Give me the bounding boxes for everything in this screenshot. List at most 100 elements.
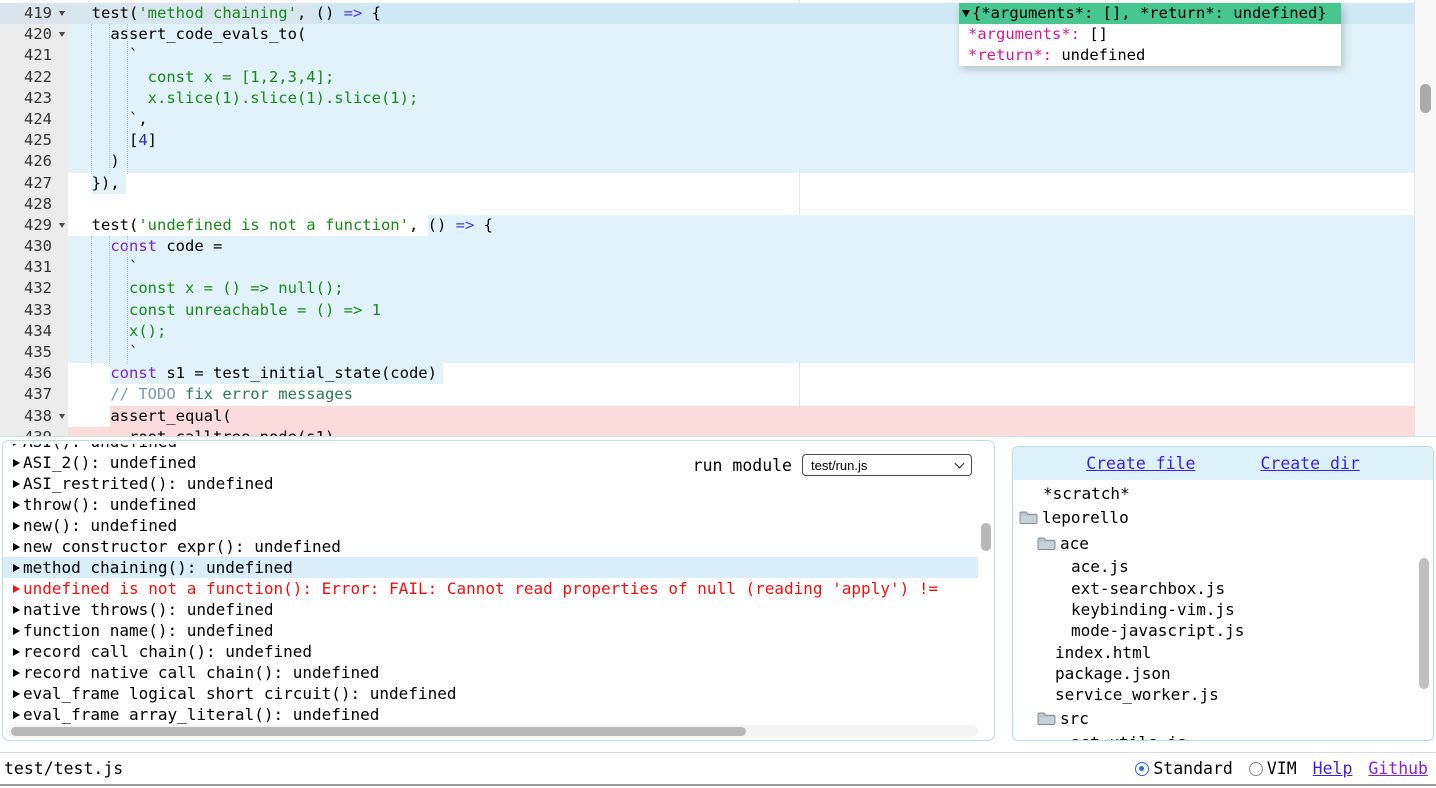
results-horizontal-scrollbar[interactable]: [6, 725, 978, 737]
code-line-428[interactable]: 428: [0, 194, 1414, 215]
tree-item-package-json[interactable]: package.json: [1013, 663, 1418, 684]
code-line-439[interactable]: 439 root_calltree_node(s1): [0, 427, 1414, 437]
gutter-cell[interactable]: 426: [0, 151, 68, 172]
expand-right-triangle-icon: [13, 585, 20, 593]
test-result-item[interactable]: record native call chain(): undefined: [13, 662, 978, 683]
tree-item-ace[interactable]: ace: [1013, 530, 1418, 556]
gutter-cell[interactable]: 433: [0, 300, 68, 321]
radio-unselected-icon[interactable]: [1249, 762, 1263, 776]
tree-item-index-html[interactable]: index.html: [1013, 641, 1418, 662]
tree-item-ast-utils-js[interactable]: ast_utils.js: [1013, 731, 1418, 741]
tree-item-ace-js[interactable]: ace.js: [1013, 556, 1418, 577]
gutter-cell[interactable]: 438: [0, 406, 68, 427]
gutter-cell[interactable]: 430: [0, 236, 68, 257]
gutter-cell[interactable]: 419: [0, 3, 68, 24]
code-line-432[interactable]: 432 const x = () => null();: [0, 278, 1414, 299]
editor-vertical-scrollbar[interactable]: [1414, 0, 1436, 437]
tooltip-entry[interactable]: *arguments*: []: [959, 24, 1341, 45]
test-result-item[interactable]: throw(): undefined: [13, 494, 978, 515]
code-line-429[interactable]: 429 test('undefined is not a function', …: [0, 215, 1414, 236]
test-result-item[interactable]: record call chain(): undefined: [13, 641, 978, 662]
code-line-435[interactable]: 435 `: [0, 342, 1414, 363]
test-result-item[interactable]: method chaining(): undefined: [3, 557, 978, 578]
github-link[interactable]: Github: [1368, 759, 1428, 778]
tree-item-service-worker-js[interactable]: service_worker.js: [1013, 684, 1418, 705]
tree-item-leporello[interactable]: leporello: [1013, 504, 1418, 530]
code-line-434[interactable]: 434 x();: [0, 321, 1414, 342]
test-result-item[interactable]: native throws(): undefined: [13, 599, 978, 620]
code-content: [4]: [68, 130, 1414, 151]
run-module-select[interactable]: test/run.js: [802, 454, 972, 476]
gutter-cell[interactable]: 431: [0, 257, 68, 278]
keybinding-option-standard[interactable]: Standard: [1135, 759, 1232, 778]
fold-marker-icon[interactable]: [55, 223, 68, 228]
gutter-cell[interactable]: 423: [0, 88, 68, 109]
results-vertical-scrollbar[interactable]: [979, 443, 993, 723]
gutter-cell[interactable]: 436: [0, 363, 68, 384]
create-file-link[interactable]: Create file: [1086, 454, 1195, 473]
test-result-item[interactable]: ASI(): undefined: [13, 444, 978, 452]
test-result-item[interactable]: undefined is not a function(): Error: FA…: [13, 578, 978, 599]
test-result-item[interactable]: ASI_restrited(): undefined: [13, 473, 978, 494]
fold-marker-icon[interactable]: [55, 11, 68, 16]
tooltip-entry[interactable]: *return*: undefined: [959, 45, 1341, 66]
results-vscrollbar-thumb[interactable]: [981, 523, 991, 551]
tree-item-src[interactable]: src: [1013, 705, 1418, 731]
code-line-438[interactable]: 438 assert_equal(: [0, 406, 1414, 427]
code-line-430[interactable]: 430 const code =: [0, 236, 1414, 257]
code-content: assert_equal(: [68, 406, 1414, 427]
fold-marker-icon[interactable]: [55, 414, 68, 419]
tree-item-mode-javascript-js[interactable]: mode-javascript.js: [1013, 620, 1418, 641]
expand-right-triangle-icon: [13, 711, 20, 719]
file-tree-scrollbar-thumb[interactable]: [1419, 558, 1429, 689]
test-result-item[interactable]: eval_frame logical short circuit(): unde…: [13, 683, 978, 704]
gutter-cell[interactable]: 432: [0, 278, 68, 299]
tree-item--scratch-[interactable]: *scratch*: [1013, 483, 1418, 504]
fold-marker-icon[interactable]: [55, 32, 68, 37]
code-line-427[interactable]: 427 }),: [0, 173, 1414, 194]
radio-selected-icon[interactable]: [1135, 762, 1149, 776]
test-result-item[interactable]: new(): undefined: [13, 515, 978, 536]
gutter-cell[interactable]: 439: [0, 427, 68, 437]
editor-lines: 419 test('method chaining', () => {420 a…: [0, 3, 1414, 437]
gutter-cell[interactable]: 422: [0, 67, 68, 88]
code-line-433[interactable]: 433 const unreachable = () => 1: [0, 300, 1414, 321]
help-link[interactable]: Help: [1313, 759, 1353, 778]
code-token: [73, 173, 92, 194]
line-number: 430: [0, 236, 55, 257]
test-result-item[interactable]: eval_frame array_literal(): undefined: [13, 704, 978, 725]
tooltip-header[interactable]: {*arguments*: [], *return*: undefined}: [959, 3, 1341, 24]
gutter-cell[interactable]: 425: [0, 130, 68, 151]
code-line-424[interactable]: 424 `,: [0, 109, 1414, 130]
test-result-item[interactable]: new constructor expr(): undefined: [13, 536, 978, 557]
gutter-cell[interactable]: 421: [0, 45, 68, 66]
gutter-cell[interactable]: 428: [0, 194, 68, 215]
gutter-cell[interactable]: 420: [0, 24, 68, 45]
code-editor[interactable]: 419 test('method chaining', () => {420 a…: [0, 0, 1436, 437]
gutter-cell[interactable]: 429: [0, 215, 68, 236]
tree-item-ext-searchbox-js[interactable]: ext-searchbox.js: [1013, 578, 1418, 599]
results-hscrollbar-thumb[interactable]: [11, 727, 746, 736]
create-dir-link[interactable]: Create dir: [1260, 454, 1359, 473]
code-line-426[interactable]: 426 ): [0, 151, 1414, 172]
test-result-item[interactable]: function name(): undefined: [13, 620, 978, 641]
test-results-panel: ASI(): undefinedASI_2(): undefinedASI_re…: [2, 440, 995, 741]
gutter-cell[interactable]: 437: [0, 384, 68, 405]
keybinding-option-vim[interactable]: VIM: [1249, 759, 1297, 778]
expand-right-triangle-icon: [13, 480, 20, 488]
code-line-425[interactable]: 425 [4]: [0, 130, 1414, 151]
gutter-cell[interactable]: 435: [0, 342, 68, 363]
gutter-cell[interactable]: 434: [0, 321, 68, 342]
gutter-cell[interactable]: 424: [0, 109, 68, 130]
editor-scrollbar-thumb[interactable]: [1420, 84, 1431, 113]
code-line-431[interactable]: 431 `: [0, 257, 1414, 278]
code-line-423[interactable]: 423 x.slice(1).slice(1).slice(1);: [0, 88, 1414, 109]
code-line-422[interactable]: 422 const x = [1,2,3,4];: [0, 67, 1414, 88]
gutter-cell[interactable]: 427: [0, 173, 68, 194]
code-token: ]: [148, 130, 157, 151]
code-line-436[interactable]: 436 const s1 = test_initial_state(code): [0, 363, 1414, 384]
code-line-437[interactable]: 437 // TODO fix error messages: [0, 384, 1414, 405]
line-number: 427: [0, 173, 55, 194]
tree-item-keybinding-vim-js[interactable]: keybinding-vim.js: [1013, 599, 1418, 620]
file-tree-scrollbar[interactable]: [1418, 483, 1431, 738]
